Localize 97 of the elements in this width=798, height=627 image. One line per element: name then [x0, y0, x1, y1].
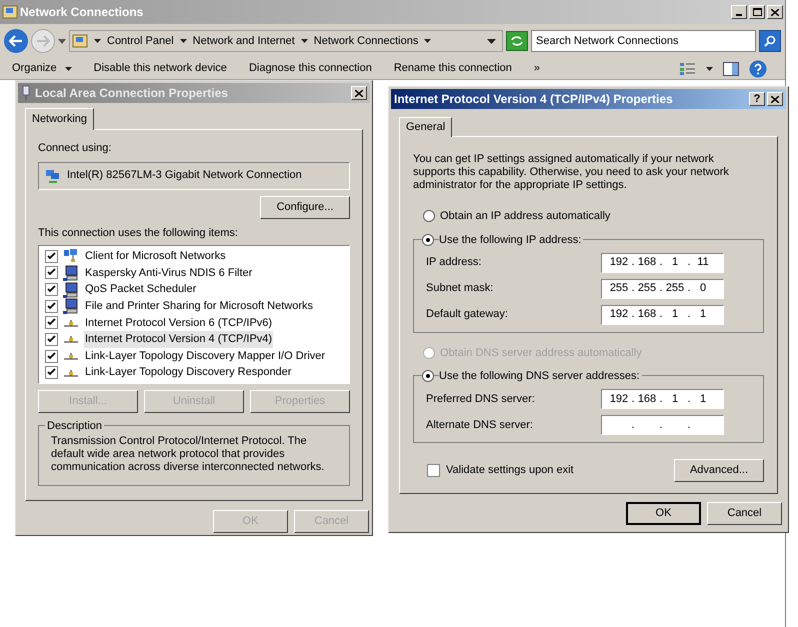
checkbox-label: Validate settings upon exit	[446, 463, 574, 478]
list-item[interactable]: QoS Packet Scheduler	[84, 281, 198, 298]
back-arrow-icon	[9, 35, 23, 47]
ip-address-field[interactable]: 255 . 255 . 255 . 0	[601, 278, 724, 298]
refresh-button[interactable]	[506, 31, 528, 51]
network-folder-icon	[72, 33, 88, 49]
help-button[interactable]: ?	[749, 92, 765, 106]
checkbox[interactable]	[45, 250, 58, 263]
dialog-button[interactable]: Cancel	[707, 502, 782, 525]
caret-icon[interactable]	[180, 39, 187, 43]
toolbar-button[interactable]: Diagnose this connection	[248, 60, 372, 77]
ip-address-field[interactable]: 192 . 168 . 1 . 1	[601, 389, 724, 409]
list-item[interactable]: Link-Layer Topology Discovery Mapper I/O Driver	[84, 348, 326, 364]
field-label: Default gateway:	[426, 307, 509, 322]
caret-icon[interactable]	[300, 39, 308, 43]
close-button[interactable]	[351, 86, 367, 100]
maximize-button[interactable]	[749, 5, 765, 19]
toolbar-button[interactable]: Organize	[12, 60, 57, 77]
field-label: Alternate DNS server:	[426, 418, 534, 433]
computer-icon	[63, 298, 79, 314]
list-item[interactable]: Kaspersky Anti-Virus NDIS 6 Filter	[84, 264, 254, 282]
list-item[interactable]: Internet Protocol Version 6 (TCP/IPv6)	[84, 314, 274, 332]
breadcrumb[interactable]: Control Panel	[107, 32, 174, 50]
field-label: Preferred DNS server:	[426, 392, 536, 407]
list-item[interactable]: Internet Protocol Version 4 (TCP/IPv4)	[84, 331, 274, 348]
checkbox[interactable]	[45, 316, 58, 330]
dialog-title: Local Area Connection Properties	[35, 85, 228, 102]
network-protocol-icon	[63, 334, 79, 344]
caret-icon[interactable]	[64, 66, 72, 70]
network-protocol-icon	[63, 318, 79, 328]
description-text: Transmission Control Protocol/Internet Protocol. The default wide area network protocol that provides communication across diverse interconnected networks.	[51, 435, 326, 474]
dialog-button[interactable]: OK	[626, 502, 701, 525]
field-label: IP address:	[426, 255, 482, 270]
breadcrumb[interactable]: Network Connections	[314, 32, 418, 50]
network-folder-icon	[2, 4, 18, 20]
network-computers-icon	[45, 168, 61, 184]
network-protocol-icon	[63, 351, 79, 362]
checkbox[interactable]	[45, 350, 58, 363]
radio-button[interactable]	[423, 210, 435, 222]
dropdown-caret-icon[interactable]	[58, 38, 66, 44]
radio-label: Obtain an IP address automatically	[440, 208, 612, 224]
caret-icon[interactable]	[706, 66, 713, 70]
radio-button[interactable]	[422, 234, 434, 246]
toolbar-button[interactable]: »	[534, 60, 540, 77]
toolbar-button[interactable]: Disable this network device	[94, 60, 227, 77]
address-field[interactable]: Control Panel Network and Internet Network Connections	[69, 30, 503, 52]
group-title: Description	[45, 418, 104, 434]
search-field[interactable]: Search Network Connections	[531, 30, 756, 52]
checkbox[interactable]	[427, 464, 440, 477]
ip-address-field[interactable]: 192 . 168 . 1 . 11	[601, 252, 724, 272]
toolbar-button[interactable]: Rename this connection	[394, 60, 512, 77]
close-icon	[771, 8, 779, 16]
section-label: Connect using:	[38, 141, 112, 156]
checkbox[interactable]	[45, 366, 58, 380]
network-protocol-icon	[63, 368, 79, 378]
checkbox[interactable]	[45, 266, 58, 280]
caret-icon[interactable]	[94, 39, 101, 43]
search-icon	[764, 35, 776, 47]
intro-text: You can get IP settings assigned automatically if your network supports this capability. Otherwise, you need to ask your network administrator for the appropriate IP settings.	[413, 153, 730, 192]
tab[interactable]: Networking	[25, 108, 94, 130]
back-button[interactable]	[4, 29, 28, 53]
window-title: Network Connections	[20, 4, 144, 21]
list-item[interactable]: Link-Layer Topology Discovery Responder	[84, 364, 292, 381]
minimize-button[interactable]	[731, 5, 747, 19]
advanced-button[interactable]: Advanced...	[674, 459, 764, 482]
network-adapter-icon	[21, 85, 31, 101]
computer-icon	[63, 264, 79, 281]
close-icon	[355, 90, 363, 96]
view-options-icon[interactable]	[680, 62, 696, 76]
help-icon[interactable]	[749, 60, 767, 78]
checkbox[interactable]	[45, 332, 58, 346]
list-item[interactable]: Client for Microsoft Networks	[84, 248, 227, 265]
adapter-name: Intel(R) 82567LM-3 Gigabit Network Connection	[67, 168, 302, 184]
close-icon	[771, 96, 779, 102]
field-label: Subnet mask:	[426, 281, 494, 296]
close-button[interactable]	[767, 92, 783, 106]
close-button[interactable]	[767, 5, 783, 19]
forward-arrow-icon	[36, 35, 50, 47]
computer-icon	[63, 282, 79, 298]
network-computers-icon	[63, 249, 79, 264]
radio-label: Use the following DNS server addresses:	[439, 368, 642, 384]
search-button[interactable]	[759, 30, 781, 52]
section-label: This connection uses the following items:	[38, 226, 239, 240]
checkbox[interactable]	[45, 300, 58, 313]
ip-address-field[interactable]: . . .	[601, 415, 724, 435]
refresh-icon	[510, 35, 524, 47]
ip-address-field[interactable]: 192 . 168 . 1 . 1	[601, 304, 724, 324]
list-item[interactable]: File and Printer Sharing for Microsoft Networks	[84, 298, 314, 314]
tab[interactable]: General	[399, 117, 452, 137]
configure-button[interactable]: Configure...	[260, 196, 350, 218]
checkbox[interactable]	[45, 283, 58, 296]
caret-icon[interactable]	[487, 38, 496, 44]
caret-icon[interactable]	[424, 39, 432, 43]
breadcrumb[interactable]: Network and Internet	[192, 32, 295, 50]
dialog-title: Internet Protocol Version 4 (TCP/IPv4) Properties	[394, 91, 673, 108]
radio-button[interactable]	[422, 370, 434, 382]
preview-pane-icon[interactable]	[723, 62, 739, 76]
